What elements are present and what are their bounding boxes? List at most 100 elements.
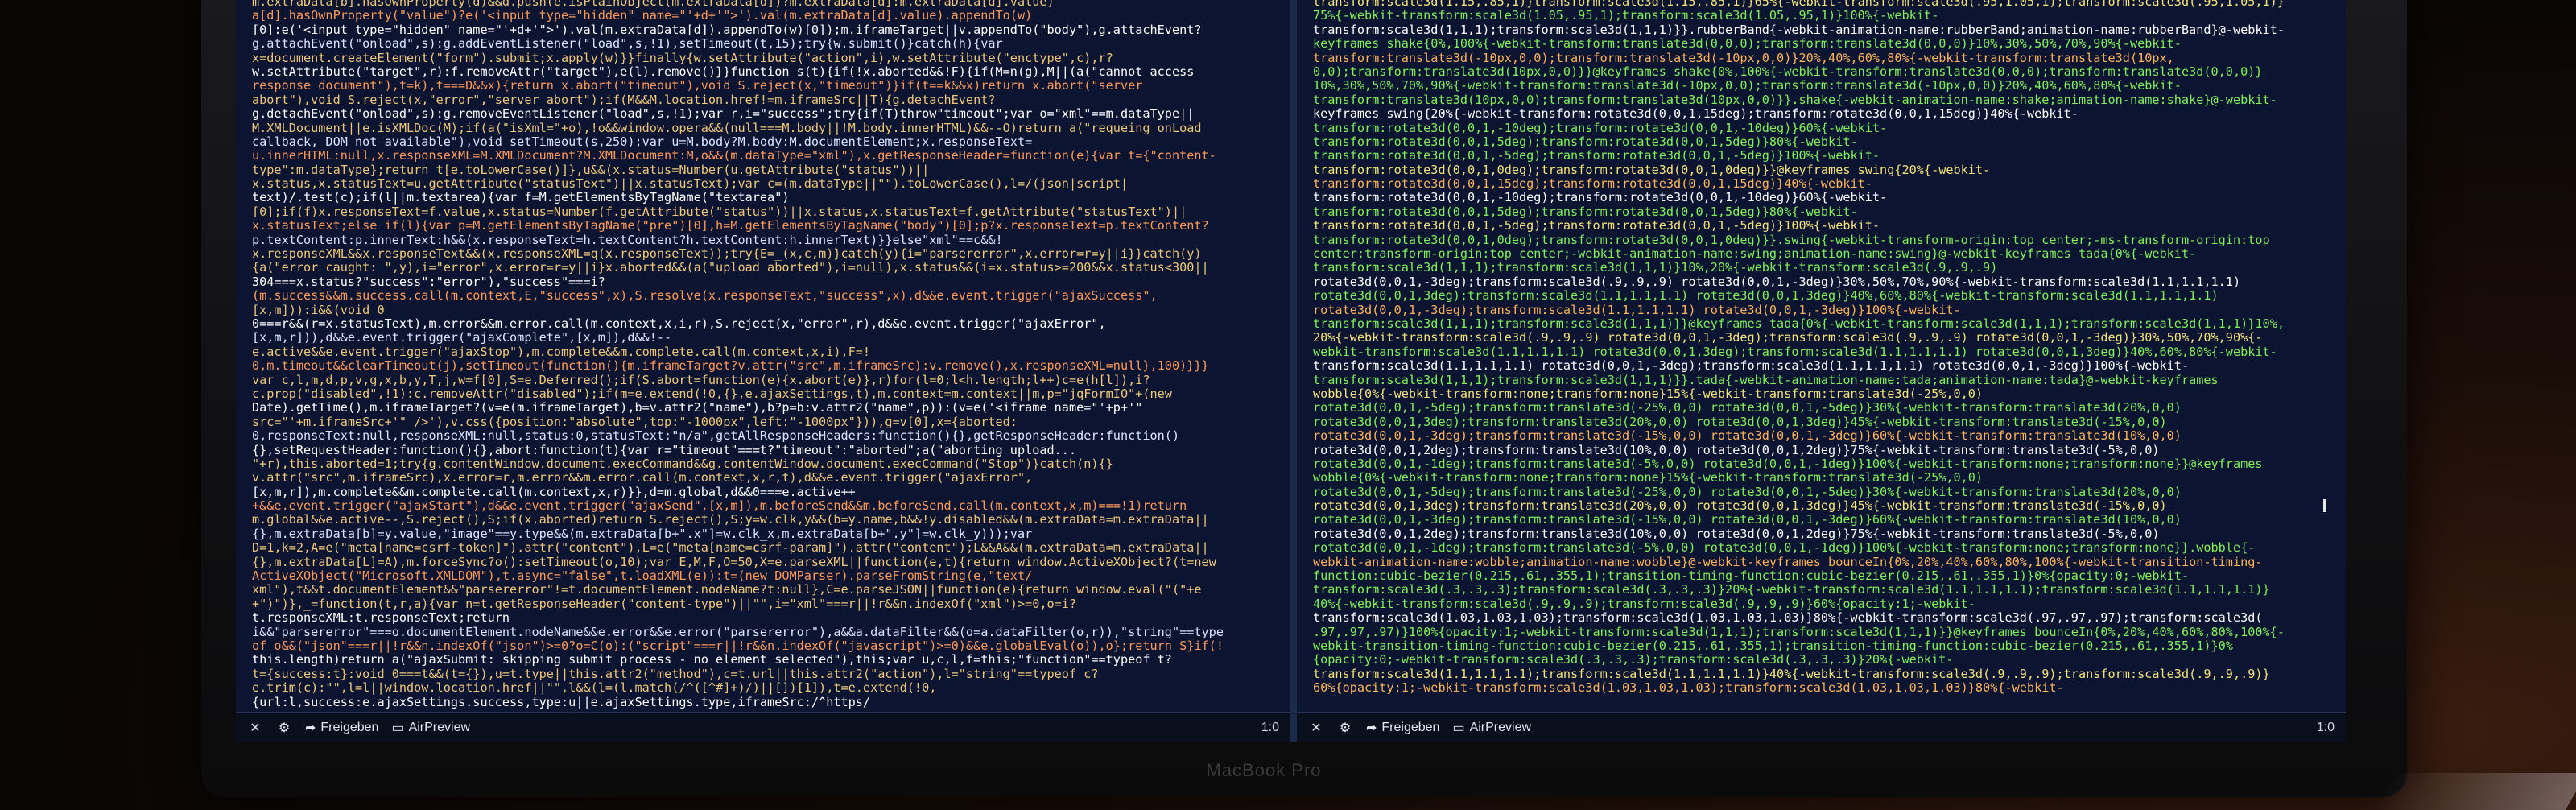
share-button[interactable]: ➦ Freigeben <box>305 720 378 736</box>
code-line: transform:scale3d(1.1,1.1,1.1) rotate3d(… <box>1313 359 2190 374</box>
code-line: of o&&("json"===r||!r&&n.indexOf("json")… <box>252 638 1224 653</box>
code-line: rotate3d(0,0,1,-3deg);transform:translat… <box>1313 429 2182 444</box>
code-line: function:cubic-bezier(0.215,.61,.355,1);… <box>1313 569 2190 584</box>
code-line: var c,l,m,d,p,v,g,x,b,y,T,j,w=f[0],S=e.D… <box>252 373 1150 387</box>
code-line: g.detachEvent("onload",s):g.removeEventL… <box>252 107 1195 122</box>
code-line: rotate3d(0,0,1,-3deg);transform:translat… <box>1313 513 2182 527</box>
code-line: e.trim(c):"",l=l||window.location.href||… <box>252 681 937 696</box>
code-line: transform:rotate3d(0,0,1,-10deg);transfo… <box>1313 191 1888 205</box>
editor-pane-right: transform:scale3d(1.15,.85,1)}transform:… <box>1297 0 2346 742</box>
code-line: rotate3d(0,0,1,-3deg);transform:scale3d(… <box>1313 303 1961 317</box>
share-label: Freigeben <box>320 721 379 734</box>
airpreview-icon: ▭ <box>391 721 404 735</box>
airpreview-label: AirPreview <box>1469 721 1532 734</box>
code-line: rotate3d(0,0,1,3deg);transform:translate… <box>1313 415 2167 429</box>
code-line: [x,m,r])),d&&e.event.trigger("ajaxComple… <box>252 331 672 345</box>
code-line: x.responseXML&&x.responseText&&(x.respon… <box>252 247 1202 262</box>
code-line: rotate3d(0,0,1,3deg);transform:scale3d(1… <box>1313 289 2219 304</box>
code-line: ActiveXObject("Microsoft.XMLDOM"),t.asyn… <box>252 569 1033 584</box>
code-line: this.length)return a("ajaxSubmit: skippi… <box>252 653 1172 667</box>
code-line: webkit-transition-timing-function:cubic-… <box>1313 638 2233 653</box>
code-line: transform:rotate3d(0,0,1,-10deg);transfo… <box>1313 121 1888 135</box>
code-line: 0,responseText:null,responseXML:null,sta… <box>252 429 1180 444</box>
code-line: response document"),t=k),t===D&&x){retur… <box>252 79 1143 93</box>
code-line: +&&e.event.trigger("ajaxStart"),d&&e.eve… <box>252 499 1187 514</box>
code-line: 60%{opacity:1;-webkit-transform:scale3d(… <box>1313 681 2064 696</box>
code-line: i&&"parsererror"===o.documentElement.nod… <box>252 625 1224 639</box>
gear-icon[interactable]: ⚙ <box>276 720 292 736</box>
airpreview-button[interactable]: ▭ AirPreview <box>391 720 470 736</box>
code-line: {},m.extraData[b]=y.value,"image"==y.typ… <box>252 527 1033 541</box>
code-line: keyframes swing{20%{-webkit-transform:ro… <box>1313 107 2079 122</box>
code-line: e.active&&e.event.trigger("ajaxStop"),m.… <box>252 345 871 359</box>
airpreview-label: AirPreview <box>408 721 471 734</box>
code-line: x.status,x.statusText=u.getAttribute("st… <box>252 177 1129 192</box>
status-bar-right: ✕ ⚙ ➦ Freigeben ▭ AirPreview 1:0 <box>1297 712 2346 742</box>
code-line: u.innerHTML:null,x.responseXML=M.XMLDocu… <box>252 149 1216 163</box>
code-line: rotate3d(0,0,1,-5deg);transform:translat… <box>1313 485 2182 499</box>
code-line: transform:rotate3d(0,0,1,-5deg);transfor… <box>1313 149 1880 163</box>
code-line: src="'+m.iframeSrc+'" />'),v.css({positi… <box>252 415 1018 429</box>
code-line: transform:scale3d(1,1,1);transform:scale… <box>1313 316 2285 331</box>
code-line: [x,m,r]),m.complete&&m.complete.call(m.c… <box>252 485 856 499</box>
code-line: +")")},_=function(t,r,a){var n=t.getResp… <box>252 597 1077 611</box>
code-line: wobble{0%{-webkit-transform:none;transfo… <box>1313 471 1984 486</box>
code-line: "+r),this.aborted=1;try{g.contentWindow.… <box>252 457 1113 471</box>
code-line: {url:l,success:e.ajaxSettings.success,ty… <box>252 695 871 709</box>
code-line: rotate3d(0,0,1,-5deg);transform:translat… <box>1313 401 2182 415</box>
status-bar-left: ✕ ⚙ ➦ Freigeben ▭ AirPreview 1:0 <box>236 712 1290 742</box>
code-line: transform:rotate3d(0,0,1,0deg);transform… <box>1313 233 2270 247</box>
code-line: c.prop("disabled",!1):c.removeAttr("disa… <box>252 386 1172 401</box>
code-line: transform:scale3d(1,1,1);transform:scale… <box>1313 373 2219 387</box>
close-icon[interactable]: ✕ <box>247 720 263 736</box>
airpreview-button[interactable]: ▭ AirPreview <box>1452 720 1531 736</box>
code-line: (m.success&&m.success.call(m.context,E,"… <box>252 289 1158 304</box>
code-line: M.XMLDocument||e.isXMLDoc(M);if(a("isXml… <box>252 121 1202 135</box>
scroll-marker <box>2323 499 2326 512</box>
code-line: 0,m.timeout&&clearTimeout(j),setTimeout(… <box>252 359 1209 374</box>
code-line: rotate3d(0,0,1,2deg);transform:translate… <box>1313 443 2160 457</box>
code-line: [0]:e('<input type="hidden" name="'+d+'"… <box>252 23 1202 37</box>
editor-pane-left: m.extraData[b].hasOwnProperty(d)&&d.push… <box>236 0 1290 742</box>
share-label: Freigeben <box>1381 721 1440 734</box>
code-line: transform:rotate3d(0,0,1,0deg);transform… <box>1313 163 1991 177</box>
code-line: 304===x.status?"success":"error"),"succe… <box>252 275 605 289</box>
laptop-screen: m.extraData[b].hasOwnProperty(d)&&d.push… <box>236 0 2346 742</box>
cursor-position: 1:0 <box>1261 721 1279 734</box>
laptop-brand-label: MacBook Pro <box>1206 760 1322 780</box>
code-line: keyframes shake{0%,100%{-webkit-transfor… <box>1313 37 2182 52</box>
code-line: transform:rotate3d(0,0,1,5deg);transform… <box>1313 134 1858 149</box>
code-editor-right[interactable]: transform:scale3d(1.15,.85,1)}transform:… <box>1297 0 2346 710</box>
code-line: transform:translate3d(10px,0,0);transfor… <box>1313 93 2277 107</box>
code-line: text)/.test(c);if(l||m.textarea){var f=M… <box>252 191 790 205</box>
code-line: transform:scale3d(1.1,1.1,1.1);transform… <box>1313 667 2270 681</box>
share-button[interactable]: ➦ Freigeben <box>1366 720 1439 736</box>
code-line: [x,m])):i&&(void 0 <box>252 303 385 317</box>
code-line: rotate3d(0,0,1,-1deg);transform:translat… <box>1313 457 2263 471</box>
code-line: v.attr("src",m.iframeSrc),x.error=r,m.er… <box>252 471 1033 486</box>
pane-divider[interactable] <box>1290 0 1297 742</box>
code-line: transform:scale3d(.3,.3,.3);transform:sc… <box>1313 583 2270 597</box>
code-line: xml"),t&&t.documentElement&&"parsererror… <box>252 583 1202 597</box>
gear-icon[interactable]: ⚙ <box>1337 720 1353 736</box>
code-line: 0,0);transform:translate3d(10px,0,0)}}@k… <box>1313 64 2263 79</box>
code-line: {},setRequestHeader:function(){},abort:f… <box>252 443 1077 457</box>
code-editor-left[interactable]: m.extraData[b].hasOwnProperty(d)&&d.push… <box>236 0 1290 710</box>
airpreview-icon: ▭ <box>1452 721 1465 735</box>
close-icon[interactable]: ✕ <box>1308 720 1324 736</box>
code-line: callback, DOM not available"),void setTi… <box>252 134 1033 149</box>
code-line: transform:scale3d(1.03,1.03,1.03);transf… <box>1313 611 2263 626</box>
code-line: w.setAttribute("target",r):f.removeAttr(… <box>252 64 1195 79</box>
code-line: .97,.97,.97)}100%{opacity:1;-webkit-tran… <box>1313 625 2285 639</box>
code-line: center;transform-origin:top center;-webk… <box>1313 247 2197 262</box>
code-line: Date).getTime(),m.iframeTarget?(v=e(m.if… <box>252 401 1143 415</box>
code-line: m.extraData[b].hasOwnProperty(d)&&d.push… <box>252 0 1055 9</box>
code-line: type":m.dataType};return t[e.toLowerCase… <box>252 163 930 177</box>
code-line: wobble{0%{-webkit-transform:none;transfo… <box>1313 386 1984 401</box>
code-line: transform:scale3d(1,1,1);transform:scale… <box>1313 261 1998 275</box>
code-line: 20%{-webkit-transform:scale3d(.9,.9,.9) … <box>1313 331 2263 345</box>
code-line: rotate3d(0,0,1,3deg);transform:translate… <box>1313 499 2167 514</box>
code-line: webkit-transform:scale3d(1.1,1.1,1.1) ro… <box>1313 345 2277 359</box>
code-line: rotate3d(0,0,1,-3deg);transform:scale3d(… <box>1313 275 2241 289</box>
code-line: {},m.extraData[L]=A),m.forceSync?o():set… <box>252 555 1216 569</box>
